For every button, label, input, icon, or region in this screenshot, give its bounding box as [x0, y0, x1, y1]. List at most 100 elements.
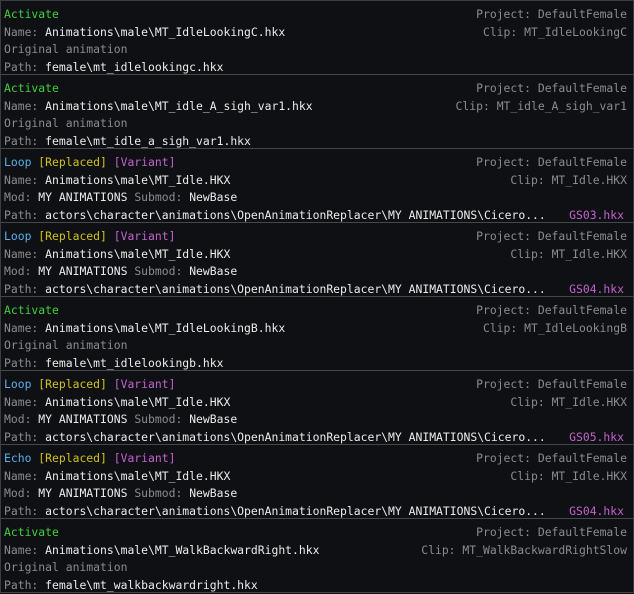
mod-label: Mod:: [4, 264, 32, 279]
variant-badge: [Variant]: [113, 154, 176, 169]
variant-badge: [Variant]: [113, 450, 176, 465]
submod-label: Submod:: [134, 264, 183, 279]
name-value: Animations\male\MT_WalkBackwardRight.hkx: [45, 542, 320, 557]
entry-tags: Loop [Replaced] [Variant]: [4, 155, 476, 169]
name-label: Name:: [4, 24, 39, 39]
variant-badge: [Variant]: [113, 376, 176, 391]
name-row: Name: Animations\male\MT_WalkBackwardRig…: [1, 541, 633, 559]
name-value: Animations\male\MT_Idle.HKX: [45, 394, 231, 409]
path-info: Path: actors\character\animations\OpenAn…: [4, 282, 561, 296]
clip-value: MT_Idle.HKX: [551, 394, 627, 409]
name-value: Animations\male\MT_Idle.HKX: [45, 172, 231, 187]
path-row: Path: female\mt_idlelookingc.hkx: [1, 58, 633, 76]
project-label: Project:: [476, 450, 531, 465]
path-value: actors\character\animations\OpenAnimatio…: [45, 207, 546, 222]
name-label: Name:: [4, 320, 39, 335]
name-row: Name: Animations\male\MT_Idle.HKX Clip: M…: [1, 393, 633, 411]
mod-value: MY ANIMATIONS: [38, 190, 128, 205]
project-label: Project:: [476, 80, 531, 95]
entry-header: Loop [Replaced] [Variant] Project: Defaul…: [1, 374, 633, 393]
project-value: DefaultFemale: [537, 154, 627, 169]
path-info: Path: female\mt_idlelookingb.hkx: [4, 356, 627, 370]
path-info: Path: actors\character\animations\OpenAn…: [4, 430, 561, 444]
log-entry[interactable]: Activate Project: DefaultFemale Name: Anim…: [1, 75, 633, 149]
path-info: Path: actors\character\animations\OpenAn…: [4, 504, 561, 518]
clip-label: Clip:: [482, 320, 518, 335]
event-type: Activate: [4, 302, 59, 317]
clip-info: Clip: MT_Idle.HKX: [510, 469, 627, 483]
project-label: Project:: [476, 6, 531, 21]
path-info: Path: female\mt_walkbackwardright.hkx: [4, 578, 627, 592]
original-animation-label: Original animation: [4, 42, 128, 57]
name-label: Name:: [4, 98, 39, 113]
project-value: DefaultFemale: [537, 450, 627, 465]
name-info: Name: Animations\male\MT_IdleLookingC.hk…: [4, 25, 483, 39]
mod-value: MY ANIMATIONS: [38, 486, 128, 501]
project-value: DefaultFemale: [537, 6, 627, 21]
path-value: female\mt_idlelookingb.hkx: [45, 355, 224, 370]
clip-label: Clip:: [510, 468, 545, 483]
mod-row: Mod: MY ANIMATIONS Submod: NewBase: [1, 411, 633, 429]
entry-header: Loop [Replaced] [Variant] Project: Defaul…: [1, 226, 633, 245]
path-label: Path:: [4, 503, 39, 518]
log-entry[interactable]: Loop [Replaced] [Variant] Project: Defaul…: [1, 371, 633, 445]
clip-label: Clip:: [482, 24, 518, 39]
replaced-badge: [Replaced]: [38, 450, 107, 465]
entry-header: Echo [Replaced] [Variant] Project: Defaul…: [1, 448, 633, 467]
name-value: Animations\male\MT_Idle.HKX: [45, 246, 231, 261]
event-type: Echo: [4, 450, 32, 465]
mod-row: Mod: MY ANIMATIONS Submod: NewBase: [1, 189, 633, 207]
name-label: Name:: [4, 172, 39, 187]
entry-header: Activate Project: DefaultFemale: [1, 4, 633, 23]
path-row: Path: actors\character\animations\OpenAn…: [1, 502, 633, 520]
mod-label: Mod:: [4, 486, 32, 501]
clip-label: Clip:: [510, 394, 545, 409]
project-info: Project: DefaultFemale: [476, 525, 627, 539]
clip-value: MT_WalkBackwardRightSlow: [462, 542, 627, 557]
project-value: DefaultFemale: [537, 302, 627, 317]
path-label: Path:: [4, 207, 39, 222]
entry-tags: Loop [Replaced] [Variant]: [4, 229, 476, 243]
project-info: Project: DefaultFemale: [476, 7, 627, 21]
entry-tags: Activate: [4, 303, 476, 317]
log-entry[interactable]: Activate Project: DefaultFemale Name: Anim…: [1, 1, 633, 75]
project-info: Project: DefaultFemale: [476, 451, 627, 465]
clip-info: Clip: MT_idle_A_sigh_var1: [456, 99, 627, 113]
log-entry[interactable]: Loop [Replaced] [Variant] Project: Defaul…: [1, 223, 633, 297]
path-value: female\mt_idle_a_sigh_var1.hkx: [45, 133, 251, 148]
original-animation-label: Original animation: [4, 116, 128, 131]
event-type: Loop: [4, 228, 32, 243]
mod-value: MY ANIMATIONS: [38, 264, 128, 279]
path-row: Path: actors\character\animations\OpenAn…: [1, 206, 633, 224]
name-row: Name: Animations\male\MT_Idle.HKX Clip: M…: [1, 467, 633, 485]
replaced-badge: [Replaced]: [38, 376, 107, 391]
path-value: actors\character\animations\OpenAnimatio…: [45, 281, 546, 296]
file-name: GS03.hkx: [569, 207, 624, 222]
name-label: Name:: [4, 542, 39, 557]
log-entry[interactable]: Activate Project: DefaultFemale Name: Anim…: [1, 519, 633, 593]
entry-header: Activate Project: DefaultFemale: [1, 78, 633, 97]
project-label: Project:: [476, 524, 531, 539]
path-info: Path: actors\character\animations\OpenAn…: [4, 208, 561, 222]
path-row: Path: actors\character\animations\OpenAn…: [1, 280, 633, 298]
clip-label: Clip:: [510, 246, 545, 261]
event-type: Activate: [4, 524, 59, 539]
name-value: Animations\male\MT_idle_A_sigh_var1.hkx: [45, 98, 313, 113]
entry-tags: Echo [Replaced] [Variant]: [4, 451, 476, 465]
log-entry[interactable]: Activate Project: DefaultFemale Name: Anim…: [1, 297, 633, 371]
mod-label: Mod:: [4, 190, 32, 205]
original-animation-label: Original animation: [4, 338, 128, 353]
name-row: Name: Animations\male\MT_IdleLookingB.hk…: [1, 319, 633, 337]
path-label: Path:: [4, 577, 39, 592]
path-label: Path:: [4, 429, 39, 444]
file-name: GS05.hkx: [569, 429, 624, 444]
replaced-badge: [Replaced]: [38, 154, 107, 169]
entry-header: Activate Project: DefaultFemale: [1, 522, 633, 541]
project-value: DefaultFemale: [537, 80, 627, 95]
animation-log-list: Activate Project: DefaultFemale Name: Anim…: [0, 0, 634, 593]
path-label: Path:: [4, 355, 39, 370]
log-entry[interactable]: Loop [Replaced] [Variant] Project: Defaul…: [1, 149, 633, 223]
submod-value: NewBase: [189, 190, 238, 205]
log-entry[interactable]: Echo [Replaced] [Variant] Project: Defaul…: [1, 445, 633, 519]
clip-info: Clip: MT_WalkBackwardRightSlow: [421, 543, 627, 557]
